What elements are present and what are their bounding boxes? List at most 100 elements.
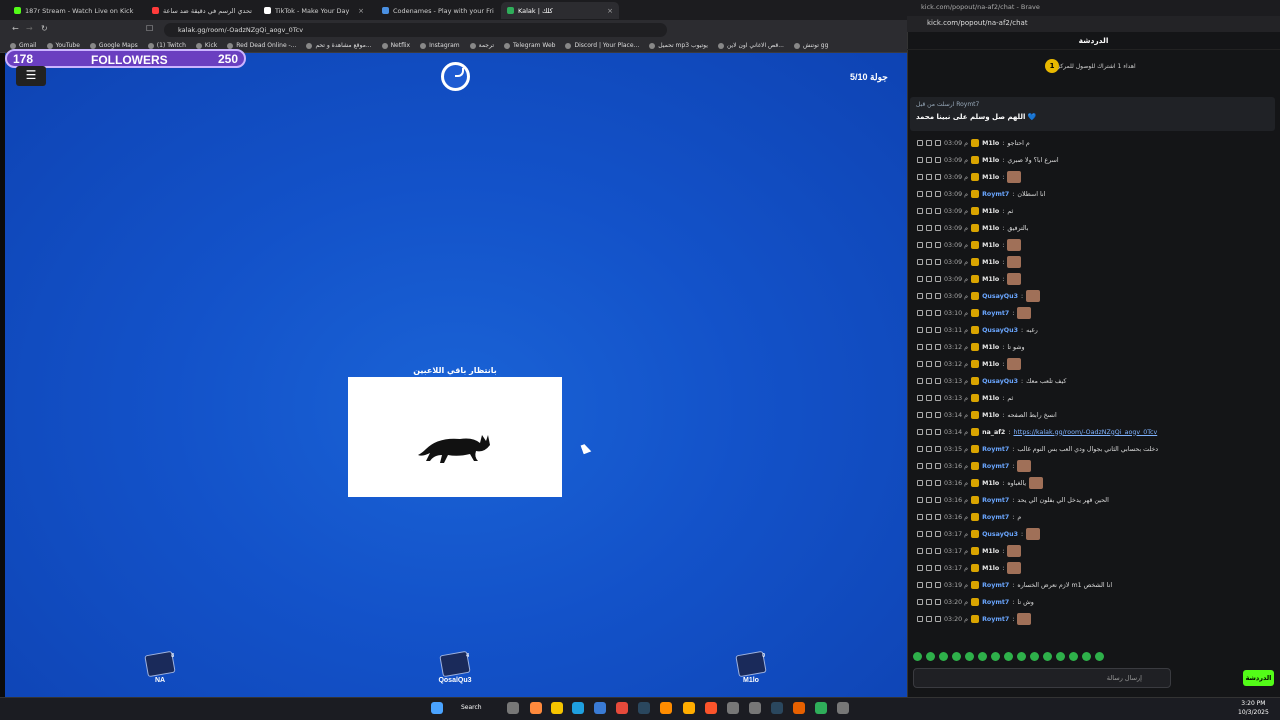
chat-message[interactable]: 03:09 م M1lo: ثم xyxy=(917,204,1267,218)
timeout-icon[interactable] xyxy=(926,395,932,401)
close-tab-icon[interactable]: × xyxy=(607,7,613,15)
timeout-icon[interactable] xyxy=(926,208,932,214)
message-username[interactable]: QusayQu3 xyxy=(982,327,1018,334)
timeout-icon[interactable] xyxy=(926,497,932,503)
timeout-icon[interactable] xyxy=(926,344,932,350)
message-username[interactable]: Roymt7 xyxy=(982,599,1009,606)
pin-message-icon[interactable] xyxy=(917,174,923,180)
bookmark-item[interactable]: قص الاغاني اون لاين... xyxy=(717,42,784,49)
message-username[interactable]: M1lo xyxy=(982,276,999,283)
chat-message[interactable]: 03:13 م M1lo: ثم xyxy=(917,391,1267,405)
copilot-icon[interactable] xyxy=(530,702,542,714)
pin-message-icon[interactable] xyxy=(917,565,923,571)
bookmark-item[interactable]: YouTube xyxy=(46,42,80,49)
bookmark-icon[interactable]: ☐ xyxy=(146,24,153,33)
message-username[interactable]: M1lo xyxy=(982,548,999,555)
timeout-icon[interactable] xyxy=(926,310,932,316)
browser-tab[interactable]: تحدي الرسم في دقيقة ضد ساعة× xyxy=(146,2,252,19)
chat-message[interactable]: 03:17 م M1lo: xyxy=(917,544,1267,558)
timeout-icon[interactable] xyxy=(926,514,932,520)
chat-message[interactable]: 03:19 م Roymt7: لازم نعرض الخساره m1 انا ا… xyxy=(917,578,1267,592)
ban-icon[interactable] xyxy=(935,531,941,537)
pin-message-icon[interactable] xyxy=(917,480,923,486)
ban-icon[interactable] xyxy=(935,276,941,282)
pin-message-icon[interactable] xyxy=(917,446,923,452)
browser-tab[interactable]: Codenames - Play with your Friends× xyxy=(376,2,494,19)
ban-icon[interactable] xyxy=(935,191,941,197)
ban-icon[interactable] xyxy=(935,344,941,350)
chat-message[interactable]: 03:17 م M1lo: xyxy=(917,561,1267,575)
reload-icon[interactable]: ↻ xyxy=(41,24,48,33)
message-username[interactable]: QusayQu3 xyxy=(982,531,1018,538)
chat-message[interactable]: 03:16 م M1lo: يالغباوه xyxy=(917,476,1267,490)
timeout-icon[interactable] xyxy=(926,276,932,282)
chrome-icon[interactable] xyxy=(616,702,628,714)
ban-icon[interactable] xyxy=(935,565,941,571)
chat-send-button[interactable]: الدردشة xyxy=(1243,670,1274,686)
pin-message-icon[interactable] xyxy=(917,531,923,537)
ban-icon[interactable] xyxy=(935,174,941,180)
chat-message[interactable]: 03:12 م M1lo: وشو تا xyxy=(917,340,1267,354)
bookmark-item[interactable]: توتنش gg xyxy=(793,42,828,49)
ban-icon[interactable] xyxy=(935,463,941,469)
message-link[interactable]: https://kalak.gg/room/-OadzNZgQi_aogv_0T… xyxy=(1013,429,1157,436)
quick-emote-row[interactable] xyxy=(913,652,1104,661)
taskview-icon[interactable] xyxy=(507,702,519,714)
app-icon[interactable] xyxy=(660,702,672,714)
message-username[interactable]: Roymt7 xyxy=(982,514,1009,521)
message-username[interactable]: M1lo xyxy=(982,259,999,266)
timeout-icon[interactable] xyxy=(926,259,932,265)
pin-message-icon[interactable] xyxy=(917,293,923,299)
message-username[interactable]: M1lo xyxy=(982,157,999,164)
ban-icon[interactable] xyxy=(935,140,941,146)
bookmark-item[interactable]: تحميل mp3 يوتيوب xyxy=(649,42,708,49)
timeout-icon[interactable] xyxy=(926,140,932,146)
pin-message-icon[interactable] xyxy=(917,208,923,214)
ban-icon[interactable] xyxy=(935,395,941,401)
message-username[interactable]: M1lo xyxy=(982,208,999,215)
bookmark-item[interactable]: Telegram Web xyxy=(504,42,555,49)
browser-tab[interactable]: Kalak | كلك × xyxy=(501,2,619,19)
pin-message-icon[interactable] xyxy=(917,259,923,265)
chat-message[interactable]: 03:09 م QusayQu3: xyxy=(917,289,1267,303)
app4-icon[interactable] xyxy=(749,702,761,714)
chat-message[interactable]: 03:14 م M1lo: انسخ رابط الصفحه xyxy=(917,408,1267,422)
pin-message-icon[interactable] xyxy=(917,378,923,384)
ban-icon[interactable] xyxy=(935,412,941,418)
message-username[interactable]: M1lo xyxy=(982,361,999,368)
chat-message[interactable]: 03:17 م QusayQu3: xyxy=(917,527,1267,541)
timeout-icon[interactable] xyxy=(926,293,932,299)
chat-message[interactable]: 03:09 م M1lo: xyxy=(917,272,1267,286)
chat-message[interactable]: 03:20 م Roymt7: وش تا xyxy=(917,595,1267,609)
timeout-icon[interactable] xyxy=(926,378,932,384)
ban-icon[interactable] xyxy=(935,157,941,163)
pin-message-icon[interactable] xyxy=(917,361,923,367)
message-username[interactable]: M1lo xyxy=(982,480,999,487)
pin-message-icon[interactable] xyxy=(917,497,923,503)
pin-message-icon[interactable] xyxy=(917,548,923,554)
ban-icon[interactable] xyxy=(935,514,941,520)
chat-message[interactable]: 03:14 م na_af2: https://kalak.gg/room/-Oad… xyxy=(917,425,1267,439)
forward-icon[interactable]: → xyxy=(26,24,33,33)
pin-message-icon[interactable] xyxy=(917,327,923,333)
pin-message-icon[interactable] xyxy=(917,582,923,588)
timeout-icon[interactable] xyxy=(926,412,932,418)
pin-message-icon[interactable] xyxy=(917,514,923,520)
timeout-icon[interactable] xyxy=(926,191,932,197)
timeout-icon[interactable] xyxy=(926,327,932,333)
browser-tab[interactable]: 187r Stream - Watch Live on Kick× xyxy=(8,2,138,19)
ban-icon[interactable] xyxy=(935,310,941,316)
bookmark-item[interactable]: Red Dead Online -... xyxy=(227,42,296,49)
ban-icon[interactable] xyxy=(935,225,941,231)
app6-icon[interactable] xyxy=(815,702,827,714)
pin-message-icon[interactable] xyxy=(917,242,923,248)
message-username[interactable]: Roymt7 xyxy=(982,446,1009,453)
browser-tab[interactable]: TikTok - Make Your Day × xyxy=(258,2,370,19)
timeout-icon[interactable] xyxy=(926,463,932,469)
bookmark-item[interactable]: ترجمة xyxy=(469,42,494,49)
timeout-icon[interactable] xyxy=(926,582,932,588)
ban-icon[interactable] xyxy=(935,599,941,605)
chat-message[interactable]: 03:09 م M1lo: xyxy=(917,238,1267,252)
chat-message[interactable]: 03:09 م M1lo: بالترفيق xyxy=(917,221,1267,235)
pin-message-icon[interactable] xyxy=(917,412,923,418)
